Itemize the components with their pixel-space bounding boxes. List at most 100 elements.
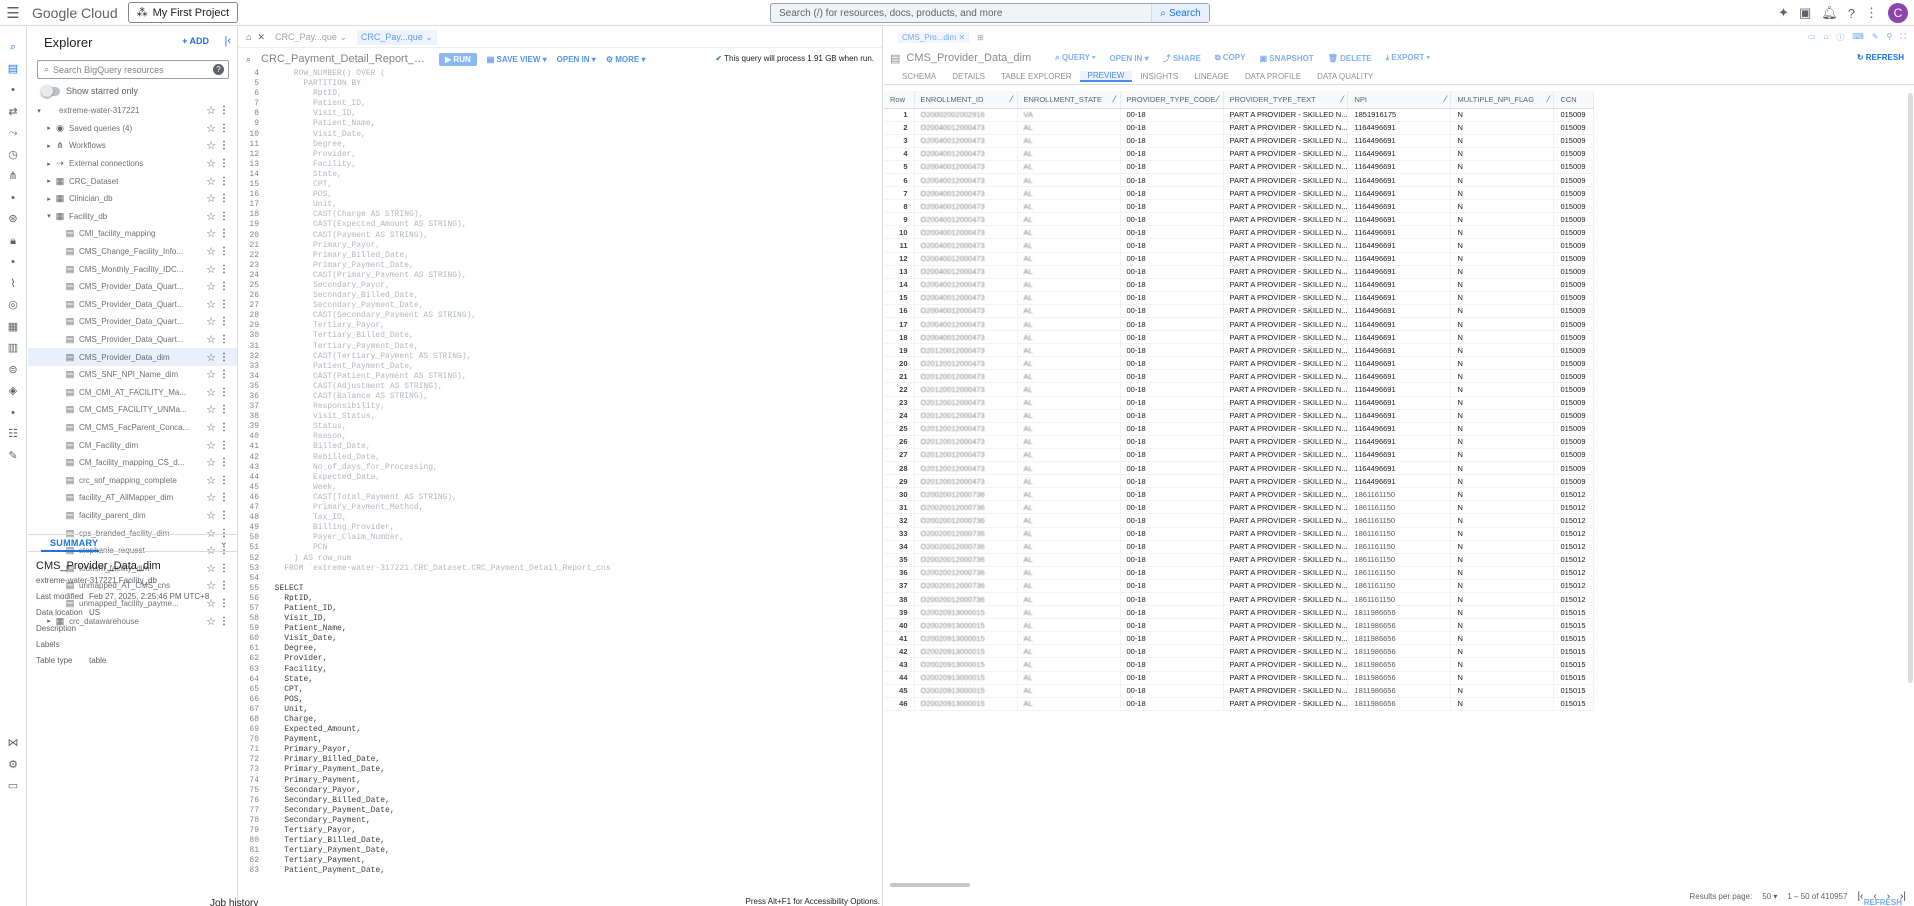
export-button[interactable]: ⤓ EXPORT ▾ [1386, 53, 1430, 63]
table-row[interactable]: 24 O20120012000473 AL 00-18 PART A PROVIDER … [884, 409, 1595, 423]
rail-dot3-icon[interactable]: • [0, 252, 26, 274]
table-row[interactable]: 28 O20120012000473 AL 00-18 PART A PROVIDER … [884, 461, 1595, 476]
home-icon[interactable]: ⌂ [1823, 32, 1828, 43]
tree-item[interactable]: ▤ CMS_SNF_NPI_Name_dim ☆ ⋮ [28, 366, 237, 384]
avatar[interactable]: C [1888, 3, 1908, 23]
table-row[interactable]: 21 O20120012000473 AL 00-18 PART A PROVIDER … [884, 369, 1595, 384]
table-row[interactable]: 5 O20040012000473 AL 00-18 PART A PROVIDER -… [884, 160, 1595, 174]
job-history-title[interactable]: Job history [210, 898, 258, 906]
column-header[interactable]: CCN [1553, 91, 1595, 109]
explorer-icon[interactable]: ▤ [0, 59, 26, 81]
tree-item[interactable]: ▾ ▦ Facility_db ☆ ⋮ [28, 208, 237, 226]
more-vert-icon[interactable]: ⋮ [219, 457, 229, 468]
table-row[interactable]: 10 O20040012000473 AL 00-18 PART A PROVIDER … [884, 225, 1595, 240]
more-vert-icon[interactable]: ⋮ [219, 140, 229, 151]
tree-item[interactable]: ▤ crc_snf_mapping_complete ☆ ⋮ [28, 471, 237, 489]
expand-arrow-icon[interactable]: ▾ [44, 212, 54, 220]
tree-item[interactable]: ▤ CM_CMS_FacParent_Conca... ☆ ⋮ [28, 419, 237, 437]
table-row[interactable]: 13 O20040012000473 AL 00-18 PART A PROVIDER … [884, 265, 1595, 279]
subtab-lineage[interactable]: LINEAGE [1186, 72, 1237, 81]
cloud-shell-icon[interactable]: ▣ [1799, 5, 1811, 21]
more-vert-icon[interactable]: ⋮ [219, 369, 229, 380]
tree-item[interactable]: ▾ extreme-water-317221 ☆ ⋮ [28, 102, 237, 120]
table-row[interactable]: 36 O20020012000736 AL 00-18 PART A PROVIDER … [884, 566, 1595, 580]
refresh-button[interactable]: ↻ REFRESH [1857, 53, 1904, 62]
table-row[interactable]: 32 O20020012000736 AL 00-18 PART A PROVIDER … [884, 513, 1595, 528]
tree-item[interactable]: ▸ ▦ Clinician_db ☆ ⋮ [28, 190, 237, 208]
share-button[interactable]: ⤴ SHARE [1163, 53, 1201, 64]
star-icon[interactable]: ☆ [206, 315, 216, 328]
preview-grid-container[interactable]: Row ENROLLMENT_ID ⁄ ENROLLMENT_STATE ⁄ PROVID… [884, 91, 1914, 894]
table-row[interactable]: 12 O20040012000473 AL 00-18 PART A PROVIDER … [884, 252, 1595, 266]
column-header[interactable]: ENROLLMENT_ID ⁄ [914, 91, 1018, 109]
star-icon[interactable]: ☆ [206, 280, 216, 293]
column-header[interactable]: NPI ⁄ [1347, 91, 1452, 109]
home-icon[interactable]: ⌂ [246, 32, 251, 42]
more-vert-icon[interactable]: ⋮ [219, 228, 229, 239]
subtab-data-quality[interactable]: DATA QUALITY [1309, 72, 1381, 81]
resize-icon[interactable]: ⁄ [1342, 94, 1344, 104]
table-row[interactable]: 2 O20040012000473 AL 00-18 PART A PROVIDER -… [884, 121, 1595, 135]
star-icon[interactable]: ☆ [206, 245, 216, 258]
close-icon[interactable]: ✕ [257, 32, 265, 43]
gemini-icon[interactable]: ✦ [1778, 5, 1789, 21]
vertical-scrollbar[interactable] [1908, 93, 1913, 683]
info-icon[interactable]: ⓘ [1836, 32, 1844, 43]
star-icon[interactable]: ☆ [206, 175, 216, 188]
more-vert-icon[interactable]: ⋮ [219, 211, 229, 222]
global-search-input[interactable]: Search (/) for resources, docs, products… [770, 3, 1210, 23]
results-tab[interactable]: CMS_Pro...dim ✕ [898, 31, 970, 43]
global-search-button[interactable]: ⌕ Search [1151, 4, 1209, 22]
table-row[interactable]: 42 O20020913000015 AL 00-18 PART A PROVIDER … [884, 644, 1595, 659]
release-notes-icon[interactable]: ▭ [0, 776, 26, 798]
table-row[interactable]: 15 O20040012000473 AL 00-18 PART A PROVIDER … [884, 291, 1595, 305]
expand-arrow-icon[interactable]: ▸ [44, 160, 54, 168]
reservations-icon[interactable]: ▥ [0, 338, 26, 360]
editor-tab-active[interactable]: CRC_Pay...que ⌄ [356, 29, 437, 45]
more-vert-icon[interactable]: ⋮ [219, 158, 229, 169]
more-vert-icon[interactable]: ⋮ [219, 404, 229, 415]
star-icon[interactable]: ☆ [206, 474, 216, 487]
more-vert-icon[interactable]: ⋮ [219, 387, 229, 398]
table-row[interactable]: 18 O20040012000473 AL 00-18 PART A PROVIDER … [884, 330, 1595, 345]
snapshot-button[interactable]: ▣ SNAPSHOT [1259, 54, 1313, 63]
table-row[interactable]: 44 O20020913000015 AL 00-18 PART A PROVIDER … [884, 671, 1595, 685]
star-icon[interactable]: ☆ [206, 210, 216, 223]
table-row[interactable]: 8 O20040012000473 AL 00-18 PART A PROVIDER -… [884, 199, 1595, 214]
delete-button[interactable]: 🗑︎ DELETE [1328, 54, 1372, 63]
per-page-select[interactable]: 50 ▾ [1762, 892, 1777, 901]
table-row[interactable]: 27 O20120012000473 AL 00-18 PART A PROVIDER … [884, 448, 1595, 463]
expand-arrow-icon[interactable]: ▸ [44, 124, 54, 132]
star-icon[interactable]: ☆ [206, 298, 216, 311]
column-header[interactable]: PROVIDER_TYPE_CODE ⁄ [1120, 91, 1224, 109]
settings-icon[interactable]: ⚙ [0, 755, 26, 777]
chevron-down-icon[interactable]: ⌄ [220, 537, 228, 548]
fullscreen-icon[interactable]: ⛶ [1900, 32, 1906, 43]
data-catalog-icon[interactable]: ▦ [0, 317, 26, 339]
subtab-insights[interactable]: INSIGHTS [1132, 72, 1186, 81]
open-in-button[interactable]: OPEN IN ▾ [557, 55, 596, 64]
editor-tab[interactable]: CRC_Pay...que ⌄ [271, 30, 351, 45]
star-icon[interactable]: ☆ [206, 139, 216, 152]
subtab-data-profile[interactable]: DATA PROFILE [1237, 72, 1309, 81]
governance-icon[interactable]: ◈ [0, 381, 26, 403]
migration-icon[interactable]: ⊜ [0, 360, 26, 382]
tree-item[interactable]: ▤ CM_CMI_AT_FACILITY_Ma... ☆ ⋮ [28, 384, 237, 402]
more-vert-icon[interactable]: ⋮ [219, 510, 229, 521]
tree-item[interactable]: ▸ ⋔ Workflows ☆ ⋮ [28, 137, 237, 155]
more-vert-icon[interactable]: ⋮ [219, 123, 229, 134]
starred-toggle[interactable]: Show starred only [41, 84, 237, 98]
star-icon[interactable]: ☆ [206, 456, 216, 469]
rail-dot-icon[interactable]: • [0, 80, 26, 102]
more-vert-icon[interactable]: ⋮ [219, 246, 229, 257]
star-icon[interactable]: ☆ [206, 421, 216, 434]
tree-item[interactable]: ▸ ▦ CRC_Dataset ☆ ⋮ [28, 172, 237, 190]
more-vert-icon[interactable]: ⋮ [219, 422, 229, 433]
help-icon[interactable]: ? [1848, 6, 1855, 21]
table-row[interactable]: 30 O20020012000736 AL 00-18 PART A PROVIDER … [884, 487, 1595, 502]
star-icon[interactable]: ☆ [206, 157, 216, 170]
tree-item[interactable]: ▤ facility_AT_AllMapper_dim ☆ ⋮ [28, 489, 237, 507]
split-icon[interactable]: ▭ [1808, 32, 1816, 43]
tree-item[interactable]: ▸ ⇢ External connections ☆ ⋮ [28, 155, 237, 173]
scheduled-queries-icon[interactable]: ◷ [0, 145, 26, 167]
